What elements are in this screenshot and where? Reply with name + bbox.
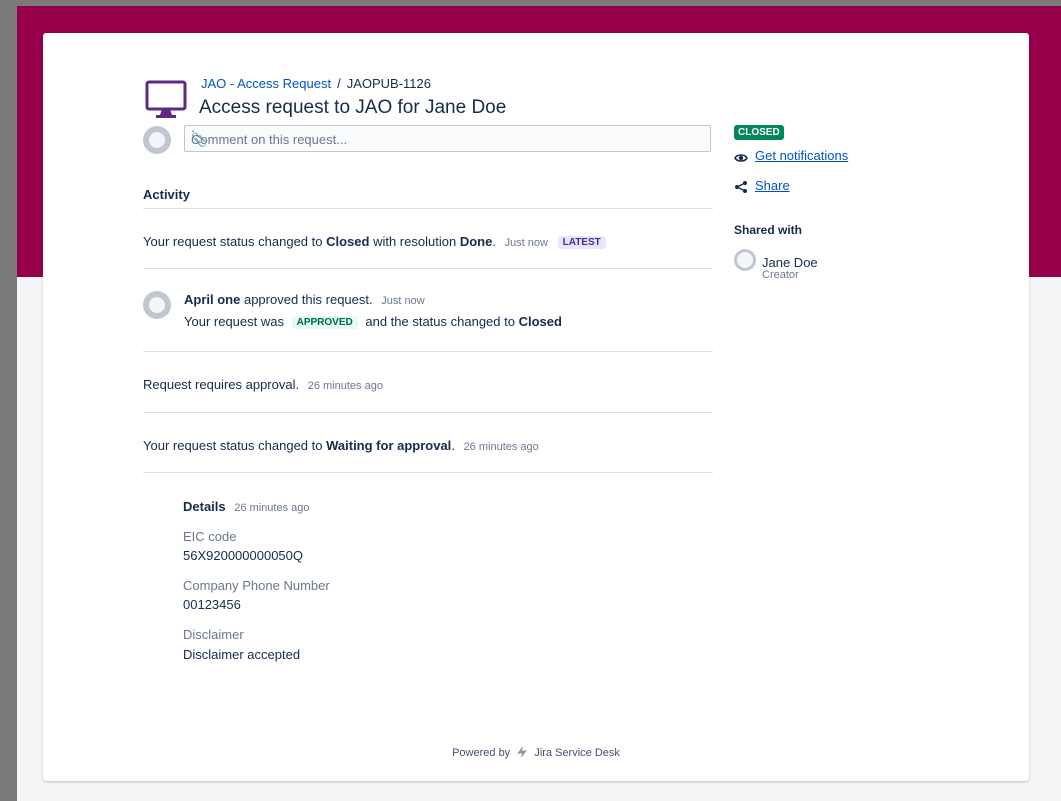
resize-handle-icon[interactable]: ⋱ xyxy=(191,129,709,151)
details-heading: Details xyxy=(183,499,226,514)
activity-text: Your request was xyxy=(184,314,284,329)
get-notifications-link[interactable]: Get notifications xyxy=(755,148,848,163)
comment-input[interactable]: Comment on this request... 📎 ⋱ xyxy=(184,125,711,152)
activity-text: Request requires approval. xyxy=(143,377,300,392)
monitor-icon xyxy=(145,80,187,118)
field-label-eic-code: EIC code xyxy=(183,529,237,544)
activity-status: Waiting for approval xyxy=(326,438,452,453)
page-title: Access request to JAO for Jane Doe xyxy=(199,97,507,118)
activity-punctuation: . xyxy=(492,234,496,249)
details-header: Details 26 minutes ago xyxy=(183,499,309,514)
powered-by-text: Powered by xyxy=(452,747,511,759)
approved-badge: APPROVED xyxy=(291,316,358,329)
activity-heading: Activity xyxy=(143,187,190,202)
participant-avatar xyxy=(734,249,756,271)
activity-resolution: Done xyxy=(459,234,493,249)
breadcrumb-project-link[interactable]: JAO - Access Request xyxy=(201,76,331,91)
field-value-disclaimer: Disclaimer accepted xyxy=(183,647,301,662)
activity-text: with resolution xyxy=(373,234,457,249)
jira-service-desk-link[interactable]: Jira Service Desk xyxy=(534,747,620,759)
activity-timestamp: 26 minutes ago xyxy=(307,380,383,392)
divider xyxy=(143,472,713,473)
field-label-disclaimer: Disclaimer xyxy=(183,627,244,642)
latest-badge: LATEST xyxy=(557,236,606,249)
divider xyxy=(143,351,713,352)
status-badge: CLOSED xyxy=(734,125,784,140)
field-value-company-phone: 00123456 xyxy=(183,597,241,612)
activity-text: and the status changed to xyxy=(365,314,515,329)
page-frame: JAO - Access Request / JAOPUB-1126 Access … xyxy=(17,6,1061,801)
activity-text: Your request status changed to xyxy=(143,438,323,453)
field-label-company-phone: Company Phone Number xyxy=(183,578,330,593)
share-icon xyxy=(735,181,747,193)
share-link[interactable]: Share xyxy=(755,178,790,193)
divider xyxy=(143,412,713,413)
request-card: JAO - Access Request / JAOPUB-1126 Access … xyxy=(43,33,1029,781)
divider xyxy=(143,268,713,269)
activity-timestamp: Just now xyxy=(504,237,548,249)
activity-timestamp: Just now xyxy=(381,295,425,307)
activity-punctuation: . xyxy=(451,438,455,453)
breadcrumb-issue-key: JAOPUB-1126 xyxy=(346,76,431,91)
details-timestamp: 26 minutes ago xyxy=(234,502,310,514)
footer: Powered by Jira Service Desk xyxy=(43,745,1029,759)
participant-name: Jane Doe xyxy=(762,255,818,270)
approver-avatar xyxy=(143,291,171,319)
breadcrumb-separator: / xyxy=(337,76,341,91)
participant-role: Creator xyxy=(762,269,799,281)
activity-status: Closed xyxy=(326,234,370,249)
jira-service-desk-logo-icon xyxy=(517,746,528,758)
activity-text: approved this request. xyxy=(243,292,373,307)
activity-text: Your request status changed to xyxy=(143,234,323,249)
current-user-avatar xyxy=(143,126,171,154)
activity-item-approval: April one approved this request. Just no… xyxy=(184,292,425,307)
activity-item-approval-detail: Your request was APPROVED and the status… xyxy=(184,314,562,329)
field-value-eic-code: 56X920000000050Q xyxy=(183,548,304,563)
activity-item-status-closed: Your request status changed to Closed wi… xyxy=(143,234,606,249)
approver-name: April one xyxy=(184,292,241,307)
activity-item-waiting-approval: Your request status changed to Waiting f… xyxy=(143,438,539,453)
activity-status: Closed xyxy=(518,314,562,329)
shared-with-heading: Shared with xyxy=(734,223,803,237)
divider xyxy=(143,208,713,209)
eye-icon xyxy=(734,154,748,162)
breadcrumb: JAO - Access Request / JAOPUB-1126 xyxy=(201,76,431,91)
activity-timestamp: 26 minutes ago xyxy=(463,441,539,453)
activity-item-requires-approval: Request requires approval. 26 minutes ag… xyxy=(143,377,383,392)
